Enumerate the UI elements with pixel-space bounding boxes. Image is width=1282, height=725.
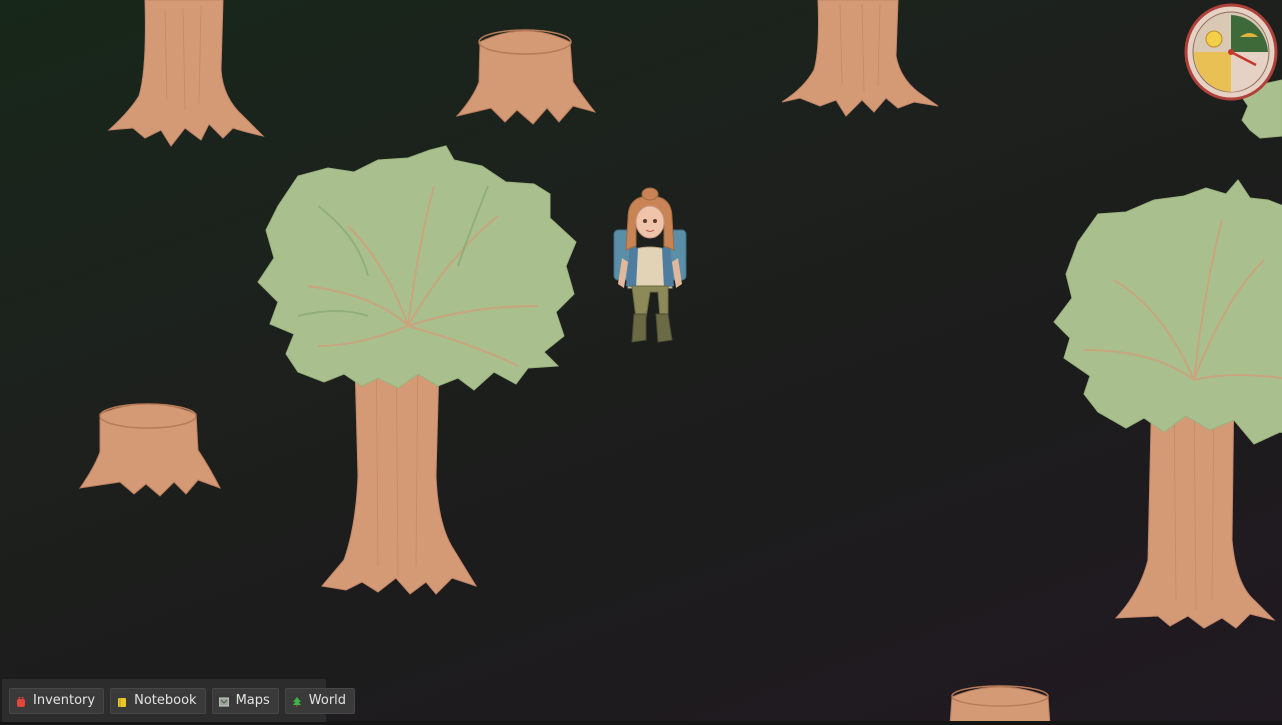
world-label: World xyxy=(308,693,347,708)
tree-icon xyxy=(292,696,302,707)
game-toolbar: Inventory Notebook Maps World xyxy=(2,679,356,722)
tree-trunk-top-right xyxy=(781,0,939,117)
tree-large-left xyxy=(257,145,577,595)
day-night-clock-icon[interactable] xyxy=(1184,3,1278,101)
notebook-label: Notebook xyxy=(134,693,197,708)
tree-stump-left xyxy=(78,403,222,497)
inventory-button[interactable]: Inventory xyxy=(9,687,105,714)
map-icon xyxy=(218,696,230,706)
notebook-icon xyxy=(117,696,127,707)
tree-stump-top xyxy=(455,29,597,125)
game-world[interactable]: Inventory Notebook Maps World xyxy=(0,0,1282,725)
maps-button[interactable]: Maps xyxy=(211,687,279,714)
world-button[interactable]: World xyxy=(284,687,356,714)
notebook-button[interactable]: Notebook xyxy=(110,687,206,714)
tree-large-right xyxy=(1053,179,1282,629)
player-character[interactable] xyxy=(610,187,690,348)
backpack-icon xyxy=(16,696,26,707)
tree-stump-bottom xyxy=(949,685,1051,725)
tree-trunk-top-left xyxy=(107,0,265,147)
inventory-label: Inventory xyxy=(33,693,96,708)
maps-label: Maps xyxy=(235,693,270,708)
